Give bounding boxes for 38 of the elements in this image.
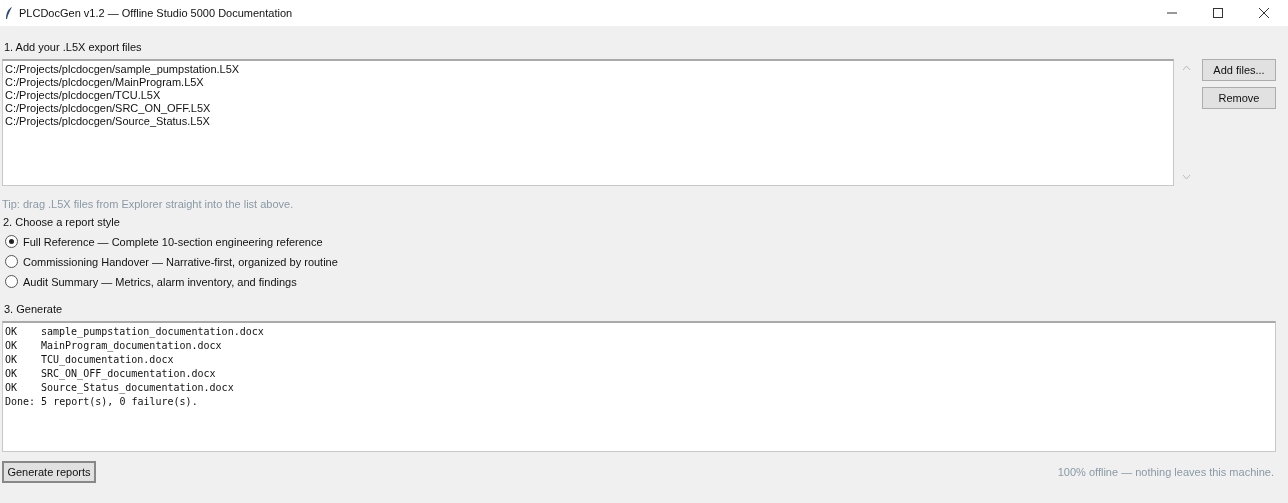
file-button[interactable]: Add files... — [1202, 59, 1276, 81]
close-icon[interactable] — [1258, 7, 1270, 19]
option-label: Full Reference — Complete 10-section engineering reference — [23, 235, 323, 248]
section-label: 2. Choose a report style — [2, 216, 121, 228]
log-file: Source_Status_documentation.docx — [41, 382, 234, 393]
report-style-option[interactable]: Full Reference — Complete 10-section engineering reference — [2, 235, 1286, 248]
section-label: 1. Add your .L5X export files — [3, 40, 143, 55]
tip-text: Tip: drag .L5X files from Explorer straight into the list above. — [2, 198, 295, 210]
file-list-item[interactable]: C:/Projects/plcdocgen/Source_Status.L5X — [5, 115, 1173, 128]
log-summary: Done: 5 report(s), 0 failure(s). — [5, 396, 198, 407]
log-file: SRC_ON_OFF_documentation.docx — [41, 368, 216, 379]
option-label: Commissioning Handover — Narrative-first, organized by routine — [23, 255, 338, 268]
log-file: MainProgram_documentation.docx — [41, 340, 222, 351]
log-file: TCU_documentation.docx — [41, 354, 174, 365]
radio-button[interactable] — [5, 275, 18, 288]
radio-button[interactable] — [5, 255, 18, 268]
log-status: OK — [5, 353, 19, 367]
option-label: Audit Summary — Metrics, alarm inventory, and findings — [23, 275, 297, 288]
offline-note: 100% offline — nothing leaves this machine. — [1057, 466, 1275, 478]
file-list-item[interactable]: C:/Projects/plcdocgen/SRC_ON_OFF.L5X — [5, 102, 1173, 115]
generate-reports-button[interactable]: Generate reports — [2, 461, 96, 483]
file-list-item[interactable]: C:/Projects/plcdocgen/sample_pumpstation.L5X — [5, 63, 1173, 76]
file-button[interactable]: Remove — [1202, 87, 1276, 109]
report-style-option[interactable]: Commissioning Handover — Narrative-first, organized by routine — [2, 255, 1286, 268]
log-status: OK — [5, 367, 19, 381]
window-title: PLCDocGen v1.2 — Offline Studio 5000 Documentation — [19, 7, 293, 19]
report-style-option[interactable]: Audit Summary — Metrics, alarm inventory, and findings — [2, 275, 1286, 288]
file-list[interactable]: C:/Projects/plcdocgen/sample_pumpstation.L5X C:/Projects/plcdocgen/MainProgram.L5X C:/Projects/plcdocgen/TCU.L5X C:/Projects/plcdocgen/SRC_ON_OFF.L5X C:/Projects/plcdocgen/Source_Status.L5X — [2, 59, 1174, 186]
log-status: OK — [5, 325, 19, 339]
section-label: 3. Generate — [3, 303, 64, 315]
file-list-item[interactable]: C:/Projects/plcdocgen/MainProgram.L5X — [5, 76, 1173, 89]
maximize-icon[interactable] — [1212, 7, 1224, 19]
log-file: sample_pumpstation_documentation.docx — [41, 326, 264, 337]
radio-button[interactable] — [5, 235, 18, 248]
log-status: OK — [5, 339, 19, 353]
feather-icon — [5, 6, 13, 20]
log-status: OK — [5, 381, 19, 395]
file-list-item[interactable]: C:/Projects/plcdocgen/TCU.L5X — [5, 89, 1173, 102]
